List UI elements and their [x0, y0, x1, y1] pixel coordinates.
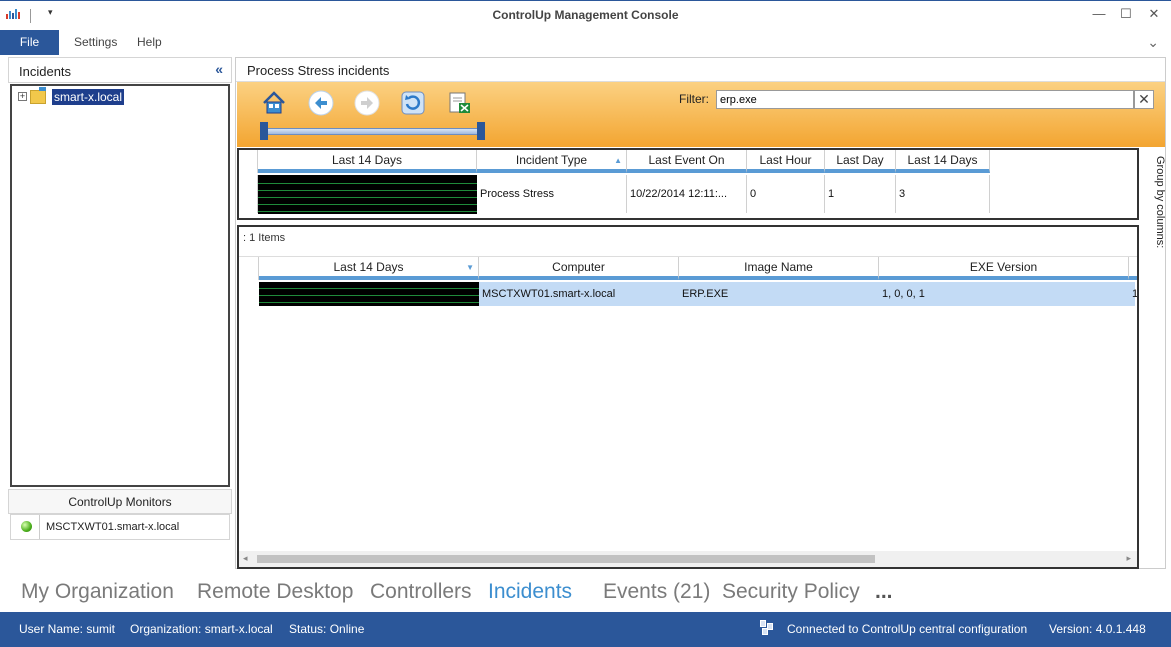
more-tabs-button[interactable]: ... — [875, 580, 893, 604]
filter-input[interactable] — [716, 90, 1134, 109]
status-online: Status: Online — [289, 622, 365, 636]
bottom-navigation: My Organization Remote Desktop Controlle… — [0, 576, 1171, 612]
cell-image-name[interactable]: ERP.EXE — [679, 282, 879, 306]
monitors-header: ControlUp Monitors — [8, 489, 232, 514]
status-user: User Name: sumit — [19, 622, 116, 636]
settings-menu[interactable]: Settings — [74, 30, 117, 55]
tree-node-label[interactable]: smart-x.local — [52, 89, 125, 105]
column-header-last-event-on[interactable]: Last Event On — [627, 150, 747, 173]
cell-computer[interactable]: MSCTXWT01.smart-x.local — [479, 282, 679, 306]
incidents-panel-title: Incidents — [19, 64, 72, 79]
file-menu[interactable]: File — [0, 30, 59, 55]
incidents-view: Process Stress incidents Filter: erp.exe… — [235, 57, 1166, 569]
title-bar: ▾ ControlUp Management Console — ☐ ✕ — [0, 0, 1171, 30]
scrollbar-thumb[interactable] — [257, 555, 875, 563]
status-organization: Organization: smart-x.local — [130, 622, 273, 636]
tab-events[interactable]: Events (21) — [603, 580, 710, 604]
export-icon[interactable] — [446, 90, 472, 116]
status-bar: User Name: sumit Organization: smart-x.l… — [0, 612, 1171, 647]
expand-icon[interactable]: + — [18, 92, 27, 101]
sparkline-chart — [258, 175, 477, 214]
status-connection: Connected to ControlUp central configura… — [787, 622, 1028, 636]
summary-grid[interactable]: Last 14 Days Incident Type ▲ Last Event … — [237, 148, 1139, 220]
column-header-exe-version[interactable]: EXE Version — [879, 257, 1129, 280]
ribbon-tabs: File Settings Help ⌄ — [0, 30, 1171, 55]
row-header — [239, 175, 258, 213]
time-range-slider[interactable] — [263, 128, 485, 135]
sparkline-chart — [259, 282, 479, 306]
tab-remote-desktop[interactable]: Remote Desktop — [197, 580, 353, 604]
cell-last-event-on: 10/22/2014 12:11:... — [627, 175, 747, 213]
column-header-label: Last 14 Days — [333, 260, 404, 274]
tab-incidents[interactable]: Incidents — [488, 580, 572, 604]
group-by-label: Group by columns: — [1154, 156, 1166, 249]
column-header-overflow[interactable] — [1129, 257, 1137, 280]
slider-start-handle[interactable] — [260, 122, 268, 140]
column-header-last-14-days[interactable]: Last 14 Days ▼ — [259, 257, 479, 280]
help-menu[interactable]: Help — [137, 30, 162, 55]
online-status-icon — [21, 521, 32, 532]
clear-filter-button[interactable]: ✕ — [1134, 90, 1154, 109]
incidents-toolbar: Filter: ✕ — [237, 82, 1165, 147]
tab-security-policy[interactable]: Security Policy — [722, 580, 860, 604]
refresh-icon[interactable] — [400, 90, 426, 116]
row-header-corner — [239, 150, 258, 173]
horizontal-scrollbar[interactable]: ◂ ▸ — [239, 551, 1137, 567]
view-title: Process Stress incidents — [247, 63, 390, 78]
collapse-panel-icon[interactable]: « — [215, 61, 223, 77]
incidents-panel: Incidents « + smart-x.local ControlUp Mo… — [8, 57, 232, 567]
back-arrow-icon[interactable] — [308, 90, 334, 116]
detail-grid[interactable]: : 1 Items Last 14 Days ▼ Computer Image … — [237, 225, 1139, 569]
incidents-panel-header: Incidents « — [8, 57, 232, 83]
tab-my-organization[interactable]: My Organization — [21, 580, 174, 604]
scroll-left-icon[interactable]: ◂ — [243, 553, 248, 564]
tab-controllers[interactable]: Controllers — [370, 580, 472, 604]
column-header-last-hour[interactable]: Last Hour — [747, 150, 825, 173]
window-title: ControlUp Management Console — [492, 8, 679, 22]
cell-exe-version[interactable]: 1, 0, 0, 1 — [879, 282, 1129, 306]
sort-descending-icon: ▼ — [466, 263, 474, 272]
ribbon-collapse-icon[interactable]: ⌄ — [1147, 34, 1159, 51]
cell-last-hour: 0 — [747, 175, 825, 213]
cell-overflow[interactable]: 1 — [1129, 282, 1137, 306]
column-header-image-name[interactable]: Image Name — [679, 257, 879, 280]
items-count: : 1 Items — [243, 232, 286, 244]
group-by-columns-panel[interactable]: Group by columns: — [1138, 148, 1166, 568]
column-header-last-14-days[interactable]: Last 14 Days — [896, 150, 990, 173]
forward-arrow-icon[interactable] — [354, 90, 380, 116]
column-header-last-day[interactable]: Last Day — [825, 150, 896, 173]
cell-last-day: 1 — [825, 175, 896, 213]
minimize-button[interactable]: — — [1087, 5, 1111, 25]
column-header-label: Incident Type — [515, 153, 588, 167]
row-header-corner — [239, 257, 259, 280]
cell-incident-type: Process Stress — [477, 175, 627, 213]
slider-end-handle[interactable] — [477, 122, 485, 140]
column-header-last-14-days-chart[interactable]: Last 14 Days — [258, 150, 477, 173]
scroll-right-icon[interactable]: ▸ — [1126, 553, 1131, 564]
status-version: Version: 4.0.1.448 — [1049, 622, 1146, 636]
close-button[interactable]: ✕ — [1142, 5, 1166, 25]
sort-ascending-icon: ▲ — [614, 156, 622, 165]
monitors-list: MSCTXWT01.smart-x.local — [10, 514, 230, 540]
home-icon[interactable] — [261, 90, 287, 116]
network-connection-icon — [760, 620, 774, 636]
maximize-button[interactable]: ☐ — [1114, 5, 1138, 25]
filter-label: Filter: — [679, 92, 709, 106]
cell-last-14-days: 3 — [896, 175, 990, 213]
organization-tree[interactable]: + smart-x.local — [10, 84, 230, 487]
column-header-incident-type[interactable]: Incident Type ▲ — [477, 150, 627, 173]
column-header-computer[interactable]: Computer — [479, 257, 679, 280]
view-title-bar: Process Stress incidents — [236, 58, 1165, 82]
monitor-item[interactable]: MSCTXWT01.smart-x.local — [39, 515, 179, 539]
folder-icon — [30, 87, 46, 104]
